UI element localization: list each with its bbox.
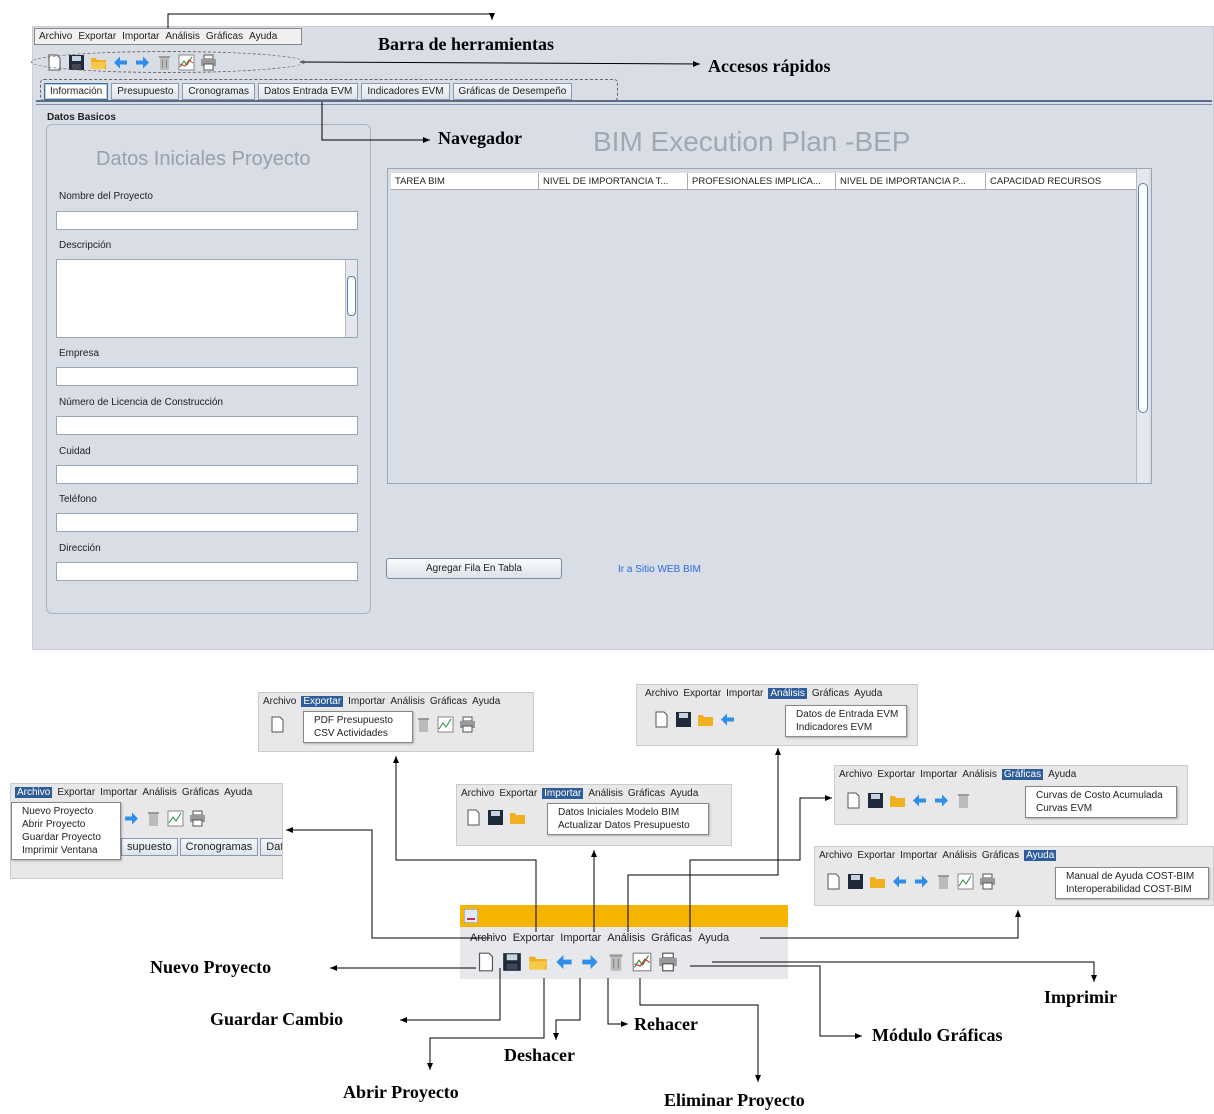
label-imprimir: Imprimir	[1044, 987, 1117, 1007]
analisis-dropdown: Datos de Entrada EVM Indicadores EVM	[785, 705, 907, 737]
menu-item-interoperabilidad[interactable]: Interoperabilidad COST-BIM	[1056, 883, 1208, 896]
menu-item-nuevo-proyecto[interactable]: Nuevo Proyecto	[12, 805, 120, 818]
menu-item-guardar-proyecto[interactable]: Guardar Proyecto	[12, 831, 120, 844]
label-nuevo-proyecto: Nuevo Proyecto	[150, 957, 272, 977]
menu-item-manual-ayuda[interactable]: Manual de Ayuda COST-BIM	[1056, 870, 1208, 883]
graficas-dropdown: Curvas de Costo Acumulada Curvas EVM	[1025, 786, 1177, 818]
label-deshacer: Deshacer	[504, 1045, 575, 1065]
connector-lines	[167, 13, 1097, 1082]
menu-item-datos-entrada-evm[interactable]: Datos de Entrada EVM	[786, 708, 906, 721]
importar-dropdown: Datos Iniciales Modelo BIM Actualizar Da…	[547, 803, 709, 835]
menu-item-indicadores-evm[interactable]: Indicadores EVM	[786, 721, 906, 734]
label-eliminar-proyecto: Eliminar Proyecto	[664, 1090, 805, 1110]
menu-item-abrir-proyecto[interactable]: Abrir Proyecto	[12, 818, 120, 831]
exportar-dropdown: PDF Presupuesto CSV Actividades	[303, 711, 413, 743]
archivo-dropdown: Nuevo Proyecto Abrir Proyecto Guardar Pr…	[11, 802, 121, 860]
label-guardar-cambio: Guardar Cambio	[210, 1009, 344, 1029]
menu-item-csv-actividades[interactable]: CSV Actividades	[304, 727, 412, 740]
menu-item-label: CSV Actividades	[314, 728, 388, 739]
ayuda-dropdown: Manual de Ayuda COST-BIM Interoperabilid…	[1055, 867, 1209, 899]
label-modulo-graficas: Módulo Gráficas	[872, 1025, 1003, 1045]
menu-item-curvas-evm[interactable]: Curvas EVM	[1026, 802, 1176, 815]
label-abrir-proyecto: Abrir Proyecto	[343, 1082, 459, 1102]
menu-item-actualizar-presupuesto[interactable]: Actualizar Datos Presupuesto	[548, 819, 708, 832]
menu-item-curvas-costo[interactable]: Curvas de Costo Acumulada	[1026, 789, 1176, 802]
menu-item-datos-iniciales-bim[interactable]: Datos Iniciales Modelo BIM	[548, 806, 708, 819]
menu-item-pdf-presupuesto[interactable]: PDF Presupuesto	[304, 714, 412, 727]
label-rehacer: Rehacer	[634, 1014, 698, 1034]
menu-item-imprimir-ventana[interactable]: Imprimir Ventana	[12, 844, 120, 857]
